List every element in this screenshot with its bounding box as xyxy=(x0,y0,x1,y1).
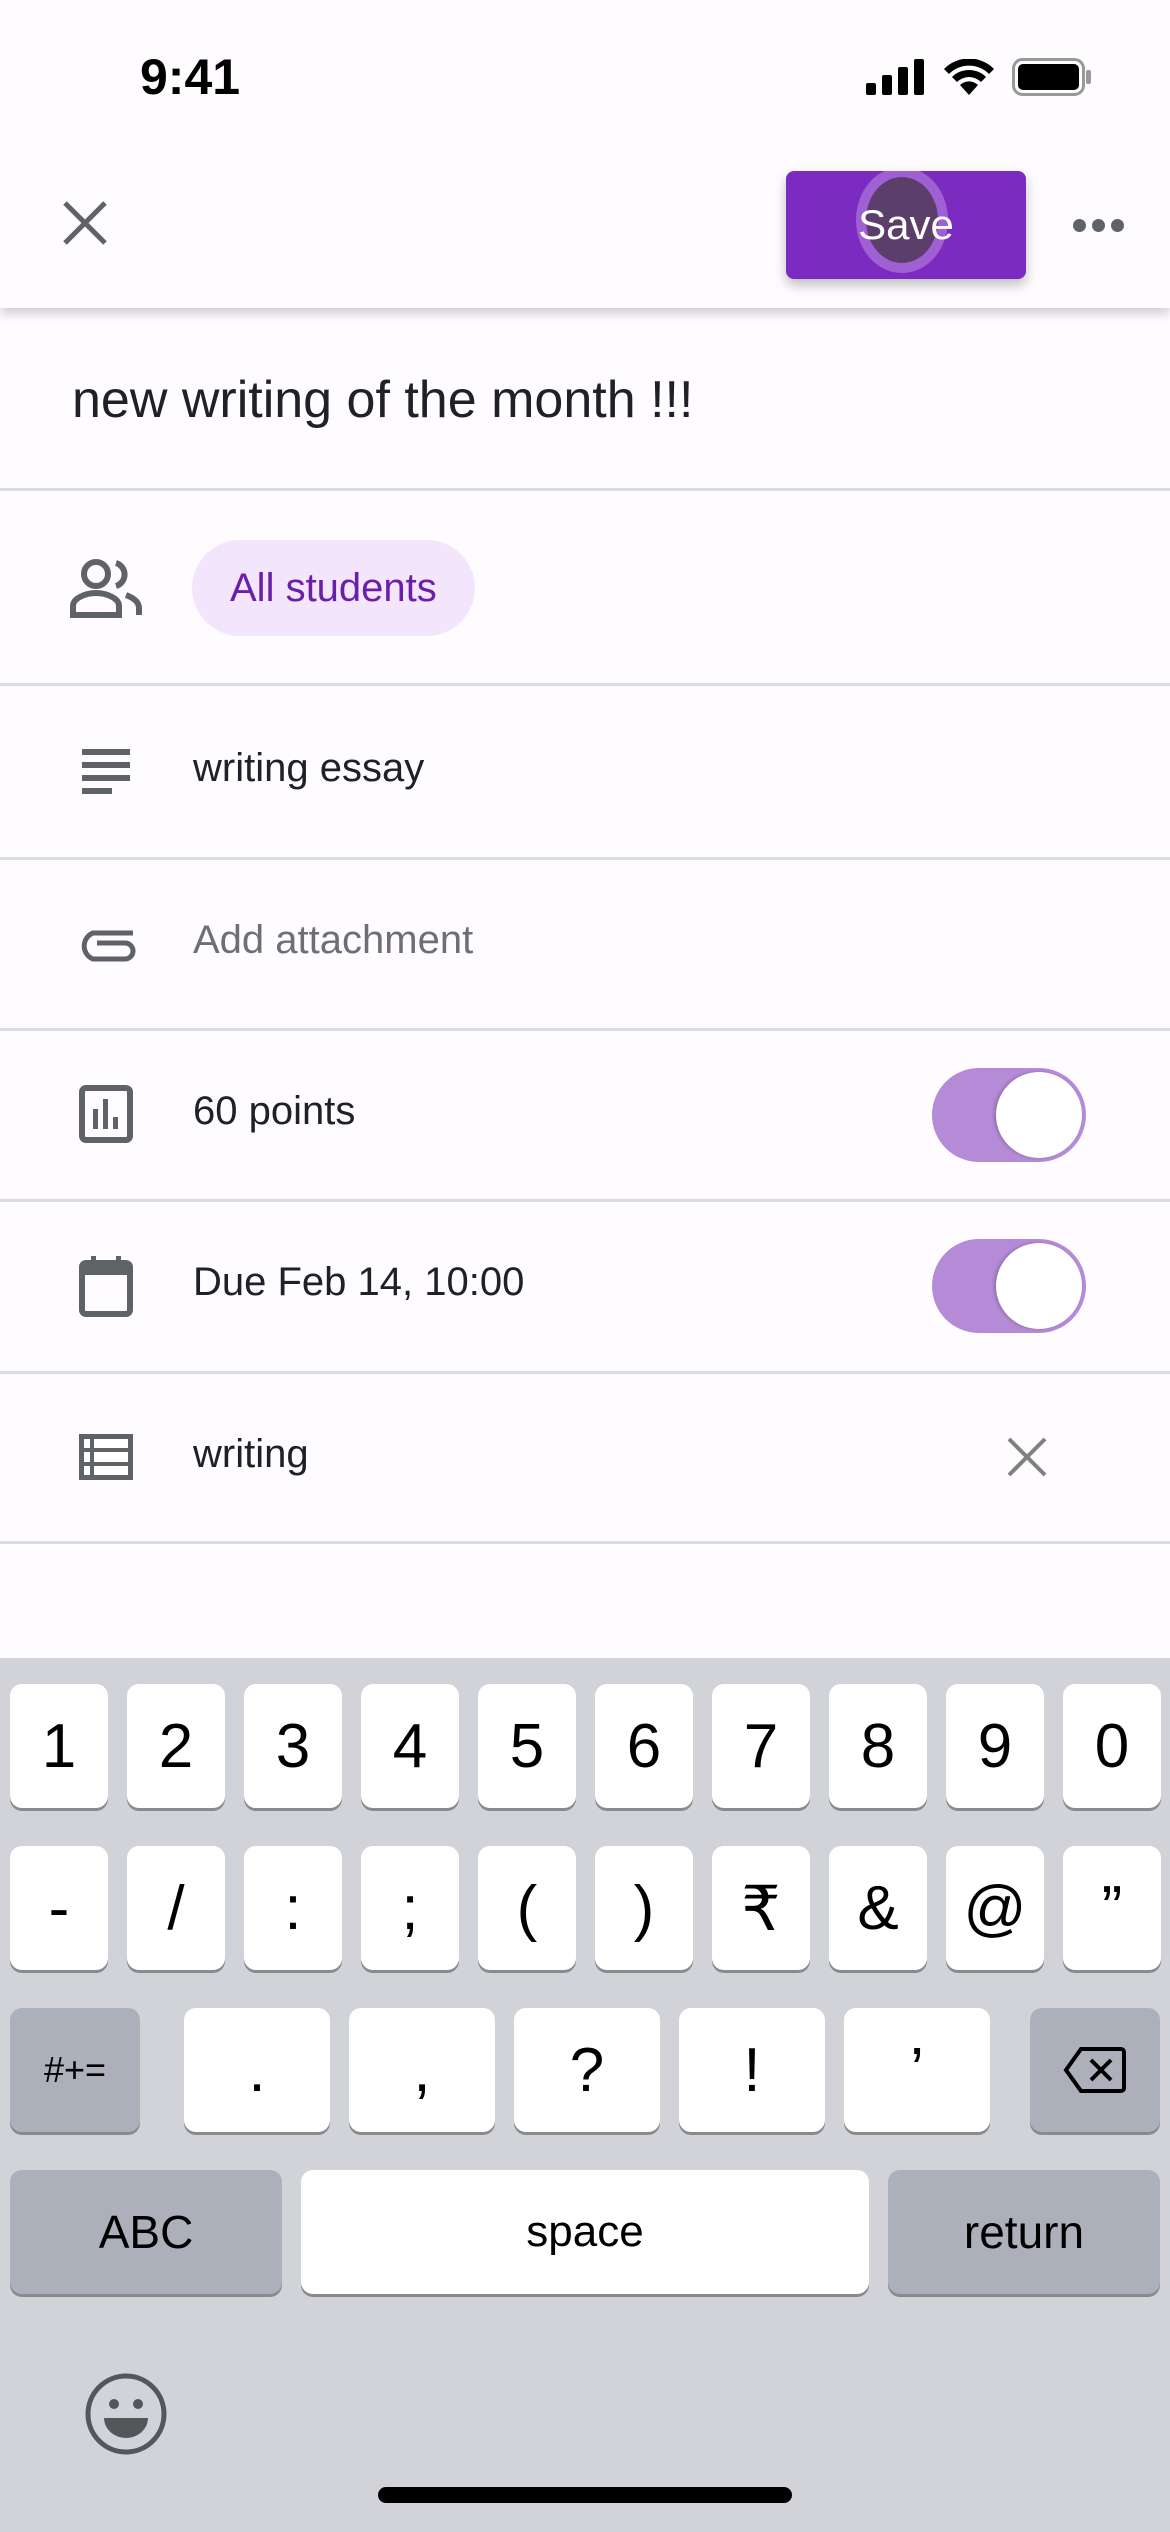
people-icon xyxy=(70,552,142,624)
toggle-knob xyxy=(996,1243,1082,1329)
wifi-icon xyxy=(944,59,994,95)
calendar-icon xyxy=(70,1250,142,1322)
key[interactable]: ( xyxy=(478,1846,576,1970)
divider xyxy=(0,1199,1170,1202)
key[interactable]: 5 xyxy=(478,1684,576,1808)
toggle-knob xyxy=(996,1072,1082,1158)
key[interactable]: @ xyxy=(946,1846,1044,1970)
save-button[interactable]: Save xyxy=(786,171,1026,279)
divider xyxy=(0,857,1170,860)
key[interactable]: ’ xyxy=(844,2008,990,2132)
add-attachment-button[interactable]: Add attachment xyxy=(193,918,473,963)
assignment-title-input[interactable]: new writing of the month !!! xyxy=(72,370,693,430)
more-icon xyxy=(1072,218,1086,232)
key[interactable]: ₹ xyxy=(712,1846,810,1970)
key[interactable]: / xyxy=(127,1846,225,1970)
divider xyxy=(0,683,1170,686)
battery-icon xyxy=(1012,58,1091,96)
attachment-icon xyxy=(70,907,142,979)
key[interactable]: ! xyxy=(679,2008,825,2132)
return-key[interactable]: return xyxy=(888,2170,1160,2294)
key[interactable]: - xyxy=(10,1846,108,1970)
symbols-mode-key[interactable]: #+= xyxy=(10,2008,140,2132)
description-icon xyxy=(70,735,142,807)
due-date-toggle[interactable] xyxy=(932,1239,1086,1333)
signal-icon xyxy=(866,59,924,95)
backspace-icon xyxy=(1063,2047,1126,2093)
key[interactable]: : xyxy=(244,1846,342,1970)
top-app-bar: 9:41 Save xyxy=(0,0,1170,308)
key[interactable]: ) xyxy=(595,1846,693,1970)
key[interactable]: 4 xyxy=(361,1684,459,1808)
topic-icon xyxy=(70,1421,142,1493)
status-icons xyxy=(866,58,1092,96)
key[interactable]: ; xyxy=(361,1846,459,1970)
key[interactable]: 7 xyxy=(712,1684,810,1808)
clear-topic-button[interactable] xyxy=(994,1424,1060,1490)
key[interactable]: & xyxy=(829,1846,927,1970)
space-key[interactable]: space xyxy=(301,2170,869,2294)
divider xyxy=(0,1371,1170,1374)
key[interactable]: 3 xyxy=(244,1684,342,1808)
status-time: 9:41 xyxy=(140,49,241,105)
key[interactable]: . xyxy=(184,2008,330,2132)
close-button[interactable] xyxy=(52,190,118,256)
emoji-icon xyxy=(85,2373,167,2455)
key[interactable]: 2 xyxy=(127,1684,225,1808)
more-icon-dot xyxy=(1091,218,1105,232)
key[interactable]: 8 xyxy=(829,1684,927,1808)
more-icon-dot xyxy=(1110,218,1124,232)
points-toggle[interactable] xyxy=(932,1068,1086,1162)
description-input[interactable]: writing essay xyxy=(193,746,424,791)
emoji-button[interactable] xyxy=(84,2372,168,2456)
save-label: Save xyxy=(858,201,954,248)
more-options-button[interactable] xyxy=(1068,200,1128,250)
due-date-field[interactable]: Due Feb 14, 10:00 xyxy=(193,1260,524,1305)
key[interactable]: ” xyxy=(1063,1846,1161,1970)
delete-key[interactable] xyxy=(1030,2008,1160,2132)
audience-chip[interactable]: All students xyxy=(192,540,475,636)
divider xyxy=(0,488,1170,491)
close-icon xyxy=(63,201,107,245)
keyboard: 1 2 3 4 5 6 7 8 9 0 - /:;() ₹ & @” #+=.,?!’ ABC space retu… xyxy=(0,1658,1170,2532)
close-icon xyxy=(1007,1437,1047,1477)
key[interactable]: 9 xyxy=(946,1684,1044,1808)
points-icon xyxy=(70,1078,142,1150)
divider xyxy=(0,1028,1170,1031)
home-indicator xyxy=(378,2487,792,2503)
points-field[interactable]: 60 points xyxy=(193,1089,355,1134)
abc-key[interactable]: ABC xyxy=(10,2170,282,2294)
key[interactable]: 6 xyxy=(595,1684,693,1808)
key[interactable]: , xyxy=(349,2008,495,2132)
key[interactable]: 0 xyxy=(1063,1684,1161,1808)
key[interactable]: ? xyxy=(514,2008,660,2132)
topic-field[interactable]: writing xyxy=(193,1432,309,1477)
key[interactable]: 1 xyxy=(10,1684,108,1808)
divider xyxy=(0,1541,1170,1544)
